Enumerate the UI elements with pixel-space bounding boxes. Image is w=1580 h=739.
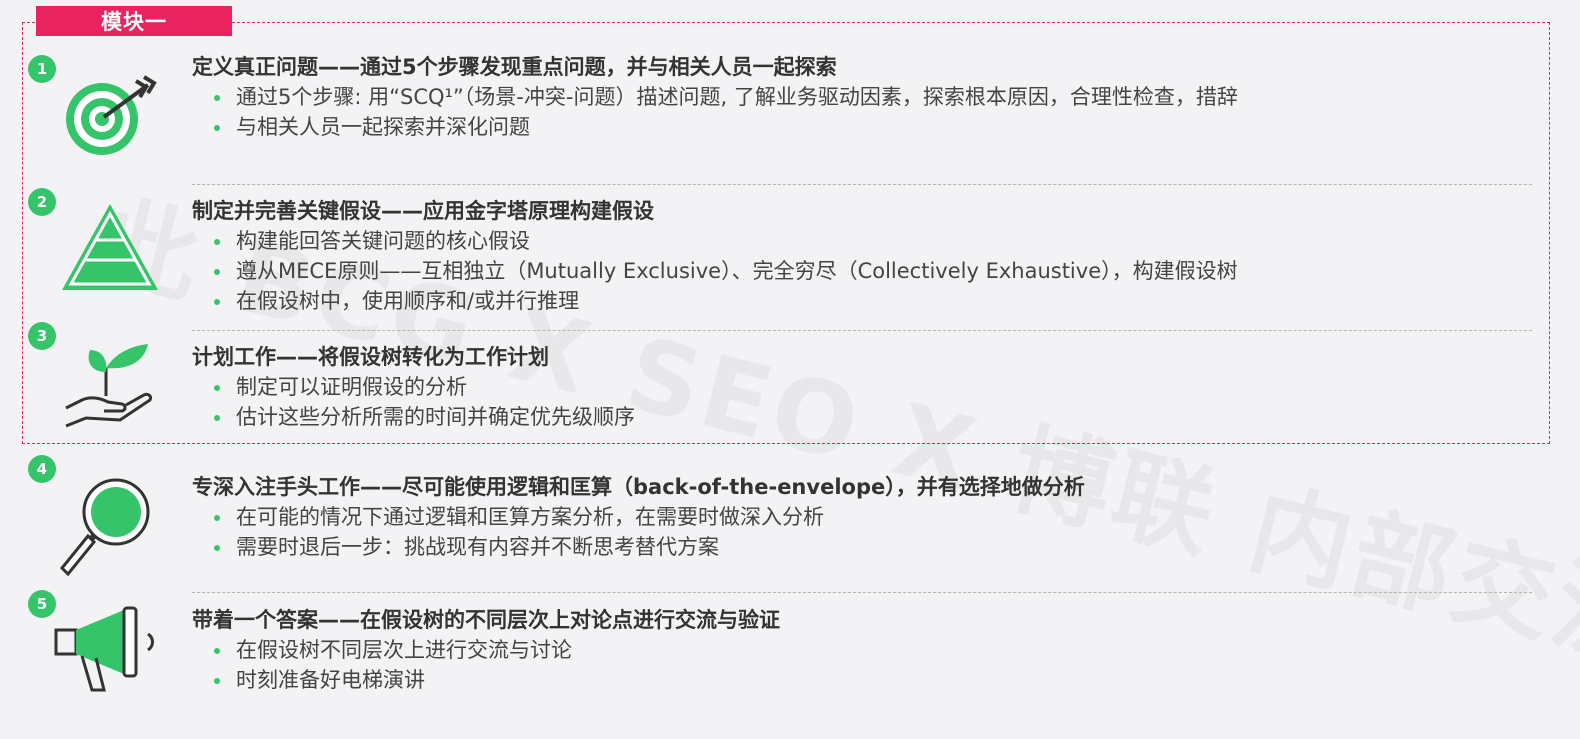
step-number-badge: 1 — [28, 55, 56, 83]
bullet-item: 在可能的情况下通过逻辑和匡算方案分析，在需要时做深入分析 — [192, 502, 1560, 532]
step-number-badge: 3 — [28, 322, 56, 350]
bullet-item: 时刻准备好电梯演讲 — [192, 665, 1560, 695]
bullet-item: 在假设树不同层次上进行交流与讨论 — [192, 635, 1560, 665]
bullet-item: 构建能回答关键问题的核心假设 — [192, 226, 1560, 256]
section-3: 计划工作——将假设树转化为工作计划 制定可以证明假设的分析 估计这些分析所需的时… — [192, 342, 1560, 432]
section-title: 计划工作——将假设树转化为工作计划 — [192, 345, 549, 369]
bullet-item: 与相关人员一起探索并深化问题 — [192, 112, 1560, 142]
section-title: 专深入注手头工作——尽可能使用逻辑和匡算（back-of-the-envelop… — [192, 475, 1085, 499]
bullet-item: 需要时退后一步：挑战现有内容并不断思考替代方案 — [192, 532, 1560, 562]
section-2: 制定并完善关键假设——应用金字塔原理构建假设 构建能回答关键问题的核心假设 遵从… — [192, 196, 1560, 316]
module-tag: 模块一 — [36, 6, 232, 36]
bullet-item: 通过5个步骤: 用“SCQ¹”（场景-冲突-问题）描述问题, 了解业务驱动因素，… — [192, 82, 1560, 112]
section-5: 带着一个答案——在假设树的不同层次上对论点进行交流与验证 在假设树不同层次上进行… — [192, 605, 1560, 695]
pyramid-icon — [58, 200, 162, 298]
section-1: 定义真正问题——通过5个步骤发现重点问题，并与相关人员一起探索 通过5个步骤: … — [192, 52, 1560, 142]
megaphone-icon — [52, 604, 162, 698]
bullet-item: 制定可以证明假设的分析 — [192, 372, 1560, 402]
target-icon — [60, 75, 160, 161]
section-divider — [192, 330, 1532, 331]
section-divider — [192, 592, 1532, 593]
step-number-badge: 4 — [28, 455, 56, 483]
bullet-item: 在假设树中，使用顺序和/或并行推理 — [192, 286, 1560, 316]
bullet-item: 估计这些分析所需的时间并确定优先级顺序 — [192, 402, 1560, 432]
plant-hand-icon — [60, 338, 156, 434]
section-title: 带着一个答案——在假设树的不同层次上对论点进行交流与验证 — [192, 608, 780, 632]
step-number-badge: 2 — [28, 188, 56, 216]
section-4: 专深入注手头工作——尽可能使用逻辑和匡算（back-of-the-envelop… — [192, 472, 1560, 562]
section-title: 制定并完善关键假设——应用金字塔原理构建假设 — [192, 199, 654, 223]
magnifier-icon — [58, 472, 158, 584]
bullet-item: 遵从MECE原则——互相独立（Mutually Exclusive）、完全穷尽（… — [192, 256, 1560, 286]
section-title: 定义真正问题——通过5个步骤发现重点问题，并与相关人员一起探索 — [192, 55, 837, 79]
section-divider — [192, 184, 1532, 185]
